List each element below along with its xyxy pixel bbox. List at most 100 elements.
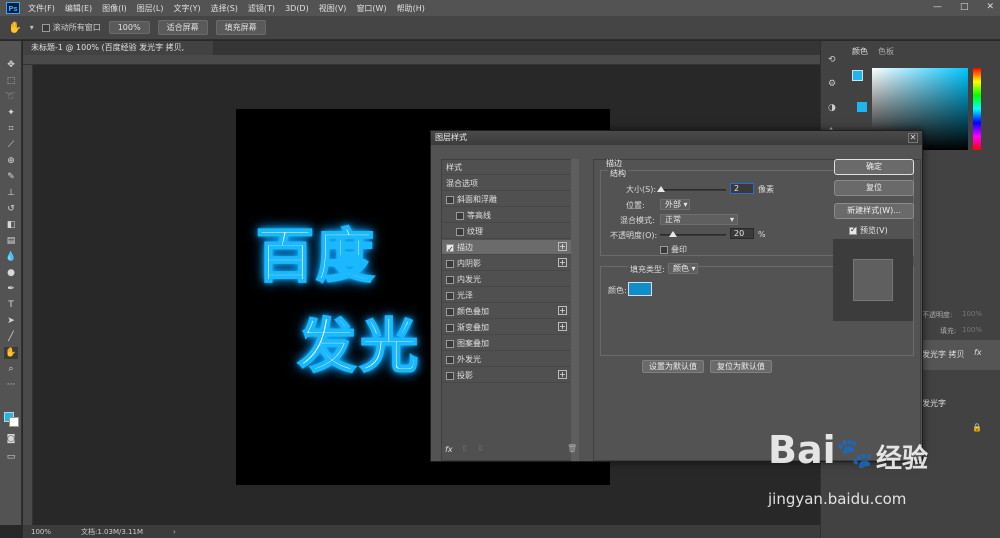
- reset-button[interactable]: 复位: [834, 180, 914, 196]
- clone-stamp-tool-icon[interactable]: ⊥: [4, 187, 18, 199]
- style-item[interactable]: 投影 +: [442, 368, 571, 383]
- style-item[interactable]: 外发光: [442, 352, 571, 367]
- type-tool-icon[interactable]: T: [4, 299, 18, 311]
- set-default-button[interactable]: 设置为默认值: [642, 360, 704, 373]
- overprint-checkbox[interactable]: 叠印: [660, 244, 687, 255]
- style-item[interactable]: 内发光: [442, 272, 571, 287]
- brush-tool-icon[interactable]: ✎: [4, 171, 18, 183]
- style-item[interactable]: 斜面和浮雕: [442, 192, 571, 207]
- zoom-tool-icon[interactable]: ⌕: [4, 363, 18, 375]
- style-checkbox[interactable]: [446, 291, 454, 300]
- fit-screen-button[interactable]: 适合屏幕: [157, 20, 208, 35]
- dialog-close-button[interactable]: ✕: [908, 133, 918, 143]
- hue-slider[interactable]: [973, 68, 981, 150]
- style-item[interactable]: 光泽: [442, 288, 571, 303]
- stroke-color-swatch[interactable]: [628, 282, 652, 296]
- panel-background-swatch[interactable]: [857, 102, 867, 112]
- blur-tool-icon[interactable]: 💧: [4, 251, 18, 263]
- style-item[interactable]: 渐变叠加 +: [442, 320, 571, 335]
- size-slider-thumb[interactable]: [657, 186, 666, 192]
- add-effect-icon[interactable]: +: [558, 306, 567, 315]
- status-arrow-icon[interactable]: ›: [173, 528, 176, 536]
- position-select[interactable]: 外部 ▾: [660, 199, 690, 210]
- menu-view[interactable]: 视图(V): [319, 3, 347, 14]
- fill-type-select[interactable]: 颜色 ▾: [668, 263, 698, 274]
- add-effect-icon[interactable]: +: [558, 322, 567, 331]
- panel-foreground-swatch[interactable]: [852, 70, 863, 81]
- menu-edit[interactable]: 编辑(E): [65, 3, 92, 14]
- scroll-all-windows-checkbox[interactable]: 滚动所有窗口: [41, 22, 101, 33]
- eyedropper-tool-icon[interactable]: ⟋: [4, 139, 18, 151]
- style-checkbox[interactable]: [446, 307, 454, 316]
- opacity-value[interactable]: 100%: [962, 310, 982, 318]
- reset-default-button[interactable]: 复位为默认值: [710, 360, 772, 373]
- status-zoom[interactable]: 100%: [31, 528, 51, 536]
- style-item[interactable]: 纹理: [442, 224, 571, 239]
- menu-help[interactable]: 帮助(H): [397, 3, 425, 14]
- zoom-100-button[interactable]: 100%: [108, 21, 150, 34]
- style-item[interactable]: 描边 +: [442, 240, 571, 257]
- menu-filter[interactable]: 滤镜(T): [248, 3, 275, 14]
- style-checkbox[interactable]: [446, 242, 454, 257]
- eraser-tool-icon[interactable]: ◧: [4, 219, 18, 231]
- tab-swatches[interactable]: 色板: [878, 46, 894, 57]
- ok-button[interactable]: 确定: [834, 159, 914, 175]
- adjustments-panel-icon[interactable]: ◑: [828, 103, 836, 113]
- new-style-button[interactable]: 新建样式(W)...: [834, 203, 914, 219]
- delete-effect-icon[interactable]: 🗑: [567, 444, 577, 453]
- menu-window[interactable]: 窗口(W): [356, 3, 386, 14]
- magic-wand-tool-icon[interactable]: ✦: [4, 107, 18, 119]
- style-checkbox[interactable]: [446, 259, 454, 268]
- history-brush-tool-icon[interactable]: ↺: [4, 203, 18, 215]
- size-slider[interactable]: [660, 189, 726, 191]
- add-effect-icon[interactable]: +: [558, 258, 567, 267]
- marquee-tool-icon[interactable]: ⬚: [4, 75, 18, 87]
- gradient-tool-icon[interactable]: ▤: [4, 235, 18, 247]
- history-panel-icon[interactable]: ⟲: [828, 55, 836, 65]
- style-checkbox[interactable]: [456, 227, 464, 236]
- opacity-input[interactable]: 20: [730, 228, 754, 239]
- more-tools-icon[interactable]: ···: [4, 379, 18, 391]
- menu-layer[interactable]: 图层(L): [137, 3, 164, 14]
- background-color-swatch[interactable]: [9, 417, 19, 427]
- style-item[interactable]: 混合选项: [442, 176, 571, 191]
- size-input[interactable]: 2: [730, 183, 754, 194]
- style-item[interactable]: 等高线: [442, 208, 571, 223]
- blend-mode-select[interactable]: 正常 ▾: [660, 214, 738, 225]
- pen-tool-icon[interactable]: ✒: [4, 283, 18, 295]
- document-tab[interactable]: 未标题-1 @ 100% (百度经验 发光字 拷贝, RGB/8) * ×: [23, 41, 213, 66]
- menu-file[interactable]: 文件(F): [28, 3, 55, 14]
- style-checkbox[interactable]: [446, 275, 454, 284]
- menu-3d[interactable]: 3D(D): [285, 4, 309, 13]
- fill-screen-button[interactable]: 填充屏幕: [215, 20, 266, 35]
- add-effect-icon[interactable]: +: [558, 370, 567, 379]
- tab-color[interactable]: 颜色: [852, 46, 868, 57]
- style-item[interactable]: 内阴影 +: [442, 256, 571, 271]
- screen-mode-icon[interactable]: ▭: [4, 451, 18, 463]
- style-item[interactable]: 样式: [442, 160, 571, 175]
- layer-fx-icon[interactable]: fx: [974, 348, 982, 357]
- tool-preset-chevron-icon[interactable]: ▾: [30, 23, 34, 32]
- quick-mask-icon[interactable]: ◙: [4, 433, 18, 445]
- style-list-scrollbar[interactable]: [571, 159, 579, 461]
- menu-image[interactable]: 图像(I): [102, 3, 127, 14]
- style-item[interactable]: 颜色叠加 +: [442, 304, 571, 319]
- line-tool-icon[interactable]: ╱: [4, 331, 18, 343]
- add-effect-icon[interactable]: +: [558, 242, 567, 251]
- menu-select[interactable]: 选择(S): [211, 3, 238, 14]
- menu-type[interactable]: 文字(Y): [173, 3, 200, 14]
- style-checkbox[interactable]: [446, 339, 454, 348]
- style-checkbox[interactable]: [446, 323, 454, 332]
- crop-tool-icon[interactable]: ⌗: [4, 123, 18, 135]
- style-checkbox[interactable]: [456, 211, 464, 220]
- maximize-button[interactable]: □: [960, 2, 969, 12]
- style-checkbox[interactable]: [446, 355, 454, 364]
- healing-brush-tool-icon[interactable]: ⊕: [4, 155, 18, 167]
- fill-value[interactable]: 100%: [962, 326, 982, 334]
- minimize-button[interactable]: —: [933, 2, 942, 12]
- move-up-icon[interactable]: ⇧: [461, 444, 468, 453]
- fx-menu-icon[interactable]: fx: [445, 445, 453, 454]
- move-down-icon[interactable]: ⇩: [477, 444, 484, 453]
- layer-1-name[interactable]: 发光字 拷贝: [922, 349, 965, 360]
- dodge-tool-icon[interactable]: ●: [4, 267, 18, 279]
